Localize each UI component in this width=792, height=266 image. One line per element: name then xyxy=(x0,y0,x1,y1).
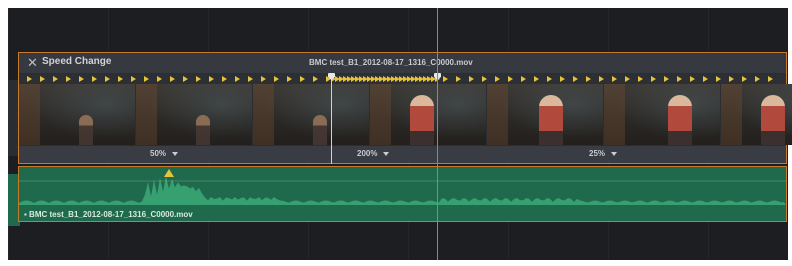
speed-marker-icon xyxy=(677,76,682,82)
speed-marker-icon xyxy=(287,76,292,82)
audio-clip[interactable]: ▪ BMC test_B1_2012-08-17_1316_C0000.mov xyxy=(18,166,787,222)
speed-marker-icon xyxy=(560,76,565,82)
speed-marker-icon xyxy=(209,76,214,82)
speed-marker-icon xyxy=(248,76,253,82)
chevron-down-icon xyxy=(172,151,179,156)
speed-marker-icon xyxy=(170,76,175,82)
speed-marker-strip xyxy=(19,74,786,84)
speed-marker-icon xyxy=(66,76,71,82)
speed-marker-icon xyxy=(261,76,266,82)
speed-marker-icon xyxy=(456,76,461,82)
speed-marker-icon xyxy=(53,76,58,82)
speed-marker-icon xyxy=(118,76,123,82)
speed-segment-1[interactable]: 50% xyxy=(150,149,179,158)
speed-marker-icon xyxy=(300,76,305,82)
speed-marker-icon xyxy=(27,76,32,82)
thumbnail-strip xyxy=(19,84,792,145)
speed-marker-icon xyxy=(105,76,110,82)
speed-marker-icon xyxy=(638,76,643,82)
speed-marker-icon xyxy=(664,76,669,82)
video-thumbnail xyxy=(253,84,369,145)
video-thumbnail xyxy=(604,84,720,145)
speed-segment-2-label: 200% xyxy=(357,149,378,158)
speed-marker-icon xyxy=(482,76,487,82)
speed-marker-icon xyxy=(274,76,279,82)
segment-divider-1 xyxy=(331,73,332,164)
speed-marker-icon xyxy=(92,76,97,82)
speed-marker-icon xyxy=(40,76,45,82)
video-thumbnail xyxy=(19,84,135,145)
speed-marker-icon xyxy=(573,76,578,82)
speed-marker-icon xyxy=(508,76,513,82)
speed-marker-icon xyxy=(183,76,188,82)
speed-marker-icon xyxy=(586,76,591,82)
speed-marker-icon xyxy=(157,76,162,82)
speed-marker-icon xyxy=(196,76,201,82)
speed-segment-2[interactable]: 200% xyxy=(357,149,390,158)
speed-segment-1-label: 50% xyxy=(150,149,167,158)
speed-marker-icon xyxy=(469,76,474,82)
speed-marker-icon xyxy=(495,76,500,82)
video-clip[interactable]: ✕ Speed Change BMC test_B1_2012-08-17_13… xyxy=(18,52,792,164)
speed-change-title: Speed Change xyxy=(42,56,112,67)
speed-marker-icon xyxy=(547,76,552,82)
speed-marker-icon xyxy=(443,76,448,82)
speed-marker-icon xyxy=(612,76,617,82)
speed-marker-icon xyxy=(703,76,708,82)
speed-marker-icon xyxy=(521,76,526,82)
speed-marker-icon xyxy=(599,76,604,82)
speed-marker-icon xyxy=(755,76,760,82)
video-thumbnail xyxy=(721,84,792,145)
speed-marker-icon xyxy=(651,76,656,82)
speed-marker-icon xyxy=(79,76,84,82)
speed-segment-3[interactable]: 25% xyxy=(589,149,618,158)
video-clip-name: BMC test_B1_2012-08-17_1316_C0000.mov xyxy=(309,58,473,67)
speed-marker-icon xyxy=(729,76,734,82)
speed-marker-icon xyxy=(131,76,136,82)
speed-change-header: ✕ Speed Change BMC test_B1_2012-08-17_13… xyxy=(19,53,786,73)
audio-clip-name: ▪ BMC test_B1_2012-08-17_1316_C0000.mov xyxy=(24,210,193,219)
speed-marker-icon xyxy=(768,76,773,82)
speed-marker-icon xyxy=(742,76,747,82)
speed-marker-icon xyxy=(690,76,695,82)
video-thumbnail xyxy=(487,84,603,145)
speed-segment-bar: 50% 200% 25% xyxy=(19,146,786,163)
chevron-down-icon xyxy=(383,151,390,156)
speed-segment-3-label: 25% xyxy=(589,149,606,158)
video-thumbnail xyxy=(136,84,252,145)
chevron-down-icon xyxy=(611,151,618,156)
speed-marker-icon xyxy=(144,76,149,82)
speed-marker-icon xyxy=(716,76,721,82)
video-thumbnail xyxy=(370,84,486,145)
speed-marker-icon xyxy=(235,76,240,82)
speed-marker-icon xyxy=(625,76,630,82)
segment-divider-2 xyxy=(437,73,438,164)
speed-marker-icon xyxy=(313,76,318,82)
speed-marker-icon xyxy=(534,76,539,82)
close-icon[interactable]: ✕ xyxy=(27,55,38,71)
speed-marker-icon xyxy=(222,76,227,82)
